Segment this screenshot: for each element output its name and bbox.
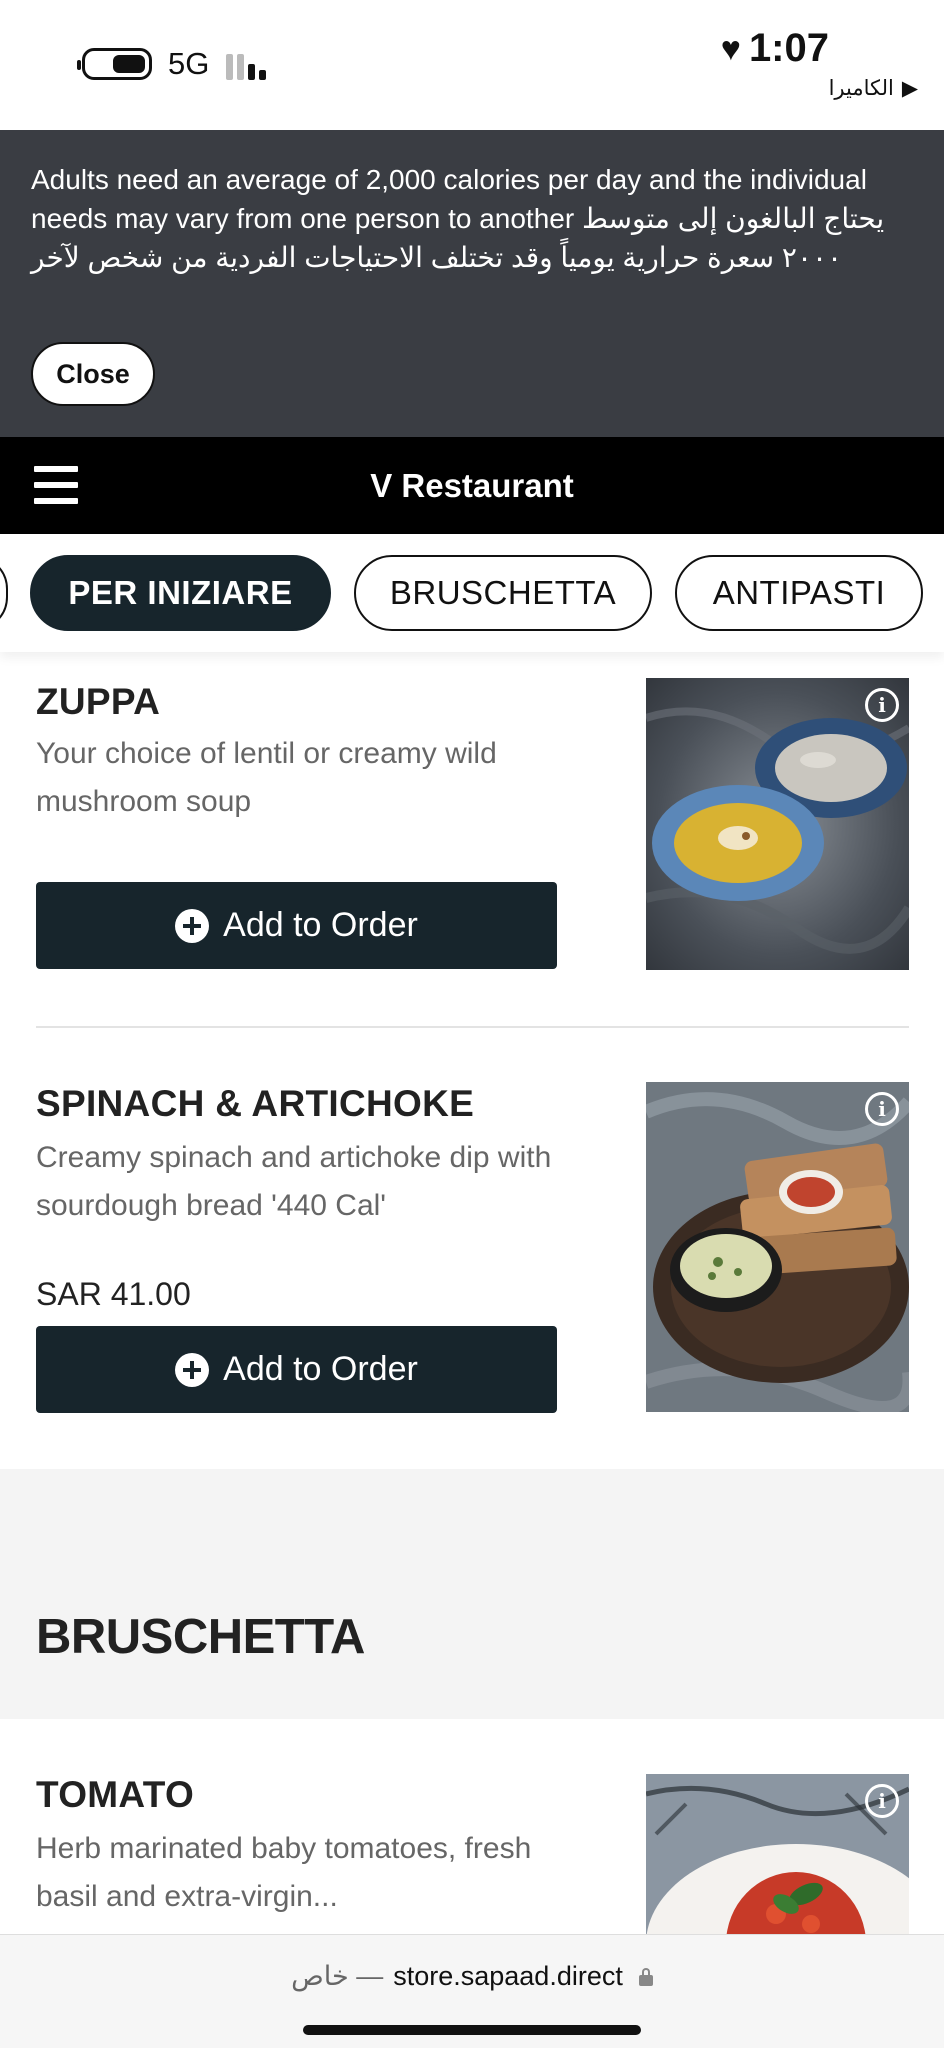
soup-photo — [646, 678, 909, 970]
item-price: SAR 41.00 — [36, 1276, 191, 1312]
item-title: TOMATO — [36, 1774, 195, 1815]
category-tabs: PER INIZIARE BRUSCHETTA ANTIPASTI — [0, 534, 944, 652]
tab-bruschetta[interactable]: BRUSCHETTA — [354, 555, 652, 631]
add-to-order-label: Add to Order — [223, 906, 418, 944]
section-title: BRUSCHETTA — [36, 1610, 365, 1664]
info-icon[interactable]: i — [865, 1092, 899, 1126]
info-icon[interactable]: i — [865, 688, 899, 722]
plus-circle-icon — [175, 1352, 210, 1387]
add-to-order-button[interactable]: Add to Order — [36, 1326, 557, 1413]
menu-item-spinach-artichoke: SPINACH & ARTICHOKE Creamy spinach and a… — [0, 1028, 944, 1469]
private-label: خاص — — [291, 1961, 384, 1991]
item-image[interactable]: i — [646, 678, 909, 970]
tab-previous-partial[interactable] — [0, 555, 8, 631]
status-bar: 5G ♥ 1:07 الكاميرا ▶ — [0, 0, 944, 130]
app-header: V Restaurant — [0, 437, 944, 534]
page: 5G ♥ 1:07 الكاميرا ▶ Adults need an aver… — [0, 0, 944, 2048]
plus-circle-icon — [175, 908, 210, 943]
info-icon[interactable]: i — [865, 1784, 899, 1818]
add-to-order-label: Add to Order — [223, 1350, 418, 1388]
notice-text: Adults need an average of 2,000 calories… — [31, 164, 885, 273]
dip-photo — [646, 1082, 909, 1412]
calorie-notice: Adults need an average of 2,000 calories… — [0, 130, 944, 437]
add-to-order-button[interactable]: Add to Order — [36, 882, 557, 969]
section-header-bruschetta: BRUSCHETTA — [0, 1469, 944, 1719]
clock-group: ♥ 1:07 — [721, 26, 829, 71]
menu-item-zuppa: ZUPPA Your choice of lentil or creamy wi… — [0, 652, 944, 1028]
item-description: Creamy spinach and artichoke dip with so… — [36, 1141, 552, 1222]
item-description: Herb marinated baby tomatoes, fresh basi… — [36, 1832, 532, 1913]
clock: 1:07 — [748, 26, 829, 70]
item-image[interactable]: i — [646, 1774, 909, 1934]
menu-item-tomato: TOMATO Herb marinated baby tomatoes, fre… — [0, 1719, 944, 1934]
tab-per-iniziare[interactable]: PER INIZIARE — [30, 555, 331, 631]
item-image[interactable]: i — [646, 1082, 909, 1412]
back-to-app-link[interactable]: الكاميرا ▶ — [829, 76, 918, 101]
heart-icon: ♥ — [720, 29, 741, 68]
battery-icon — [77, 48, 152, 80]
back-app-label: الكاميرا — [828, 77, 894, 100]
signal-icon — [226, 48, 276, 80]
lock-icon — [638, 1967, 653, 1986]
close-button[interactable]: Close — [31, 342, 155, 406]
hamburger-menu-icon[interactable] — [34, 466, 78, 504]
restaurant-title: V Restaurant — [370, 466, 574, 504]
item-title: SPINACH & ARTICHOKE — [36, 1083, 475, 1124]
url-text: store.sapaad.direct — [393, 1961, 623, 1991]
item-description: Your choice of lentil or creamy wild mus… — [36, 737, 497, 818]
url-display[interactable]: خاص — store.sapaad.direct — [0, 1961, 944, 1992]
home-indicator[interactable] — [303, 2025, 641, 2035]
browser-address-bar[interactable]: خاص — store.sapaad.direct — [0, 1934, 944, 2048]
play-arrow-icon: ▶ — [901, 77, 918, 100]
item-title: ZUPPA — [36, 681, 161, 722]
network-label: 5G — [168, 46, 210, 81]
tab-antipasti[interactable]: ANTIPASTI — [675, 555, 923, 631]
